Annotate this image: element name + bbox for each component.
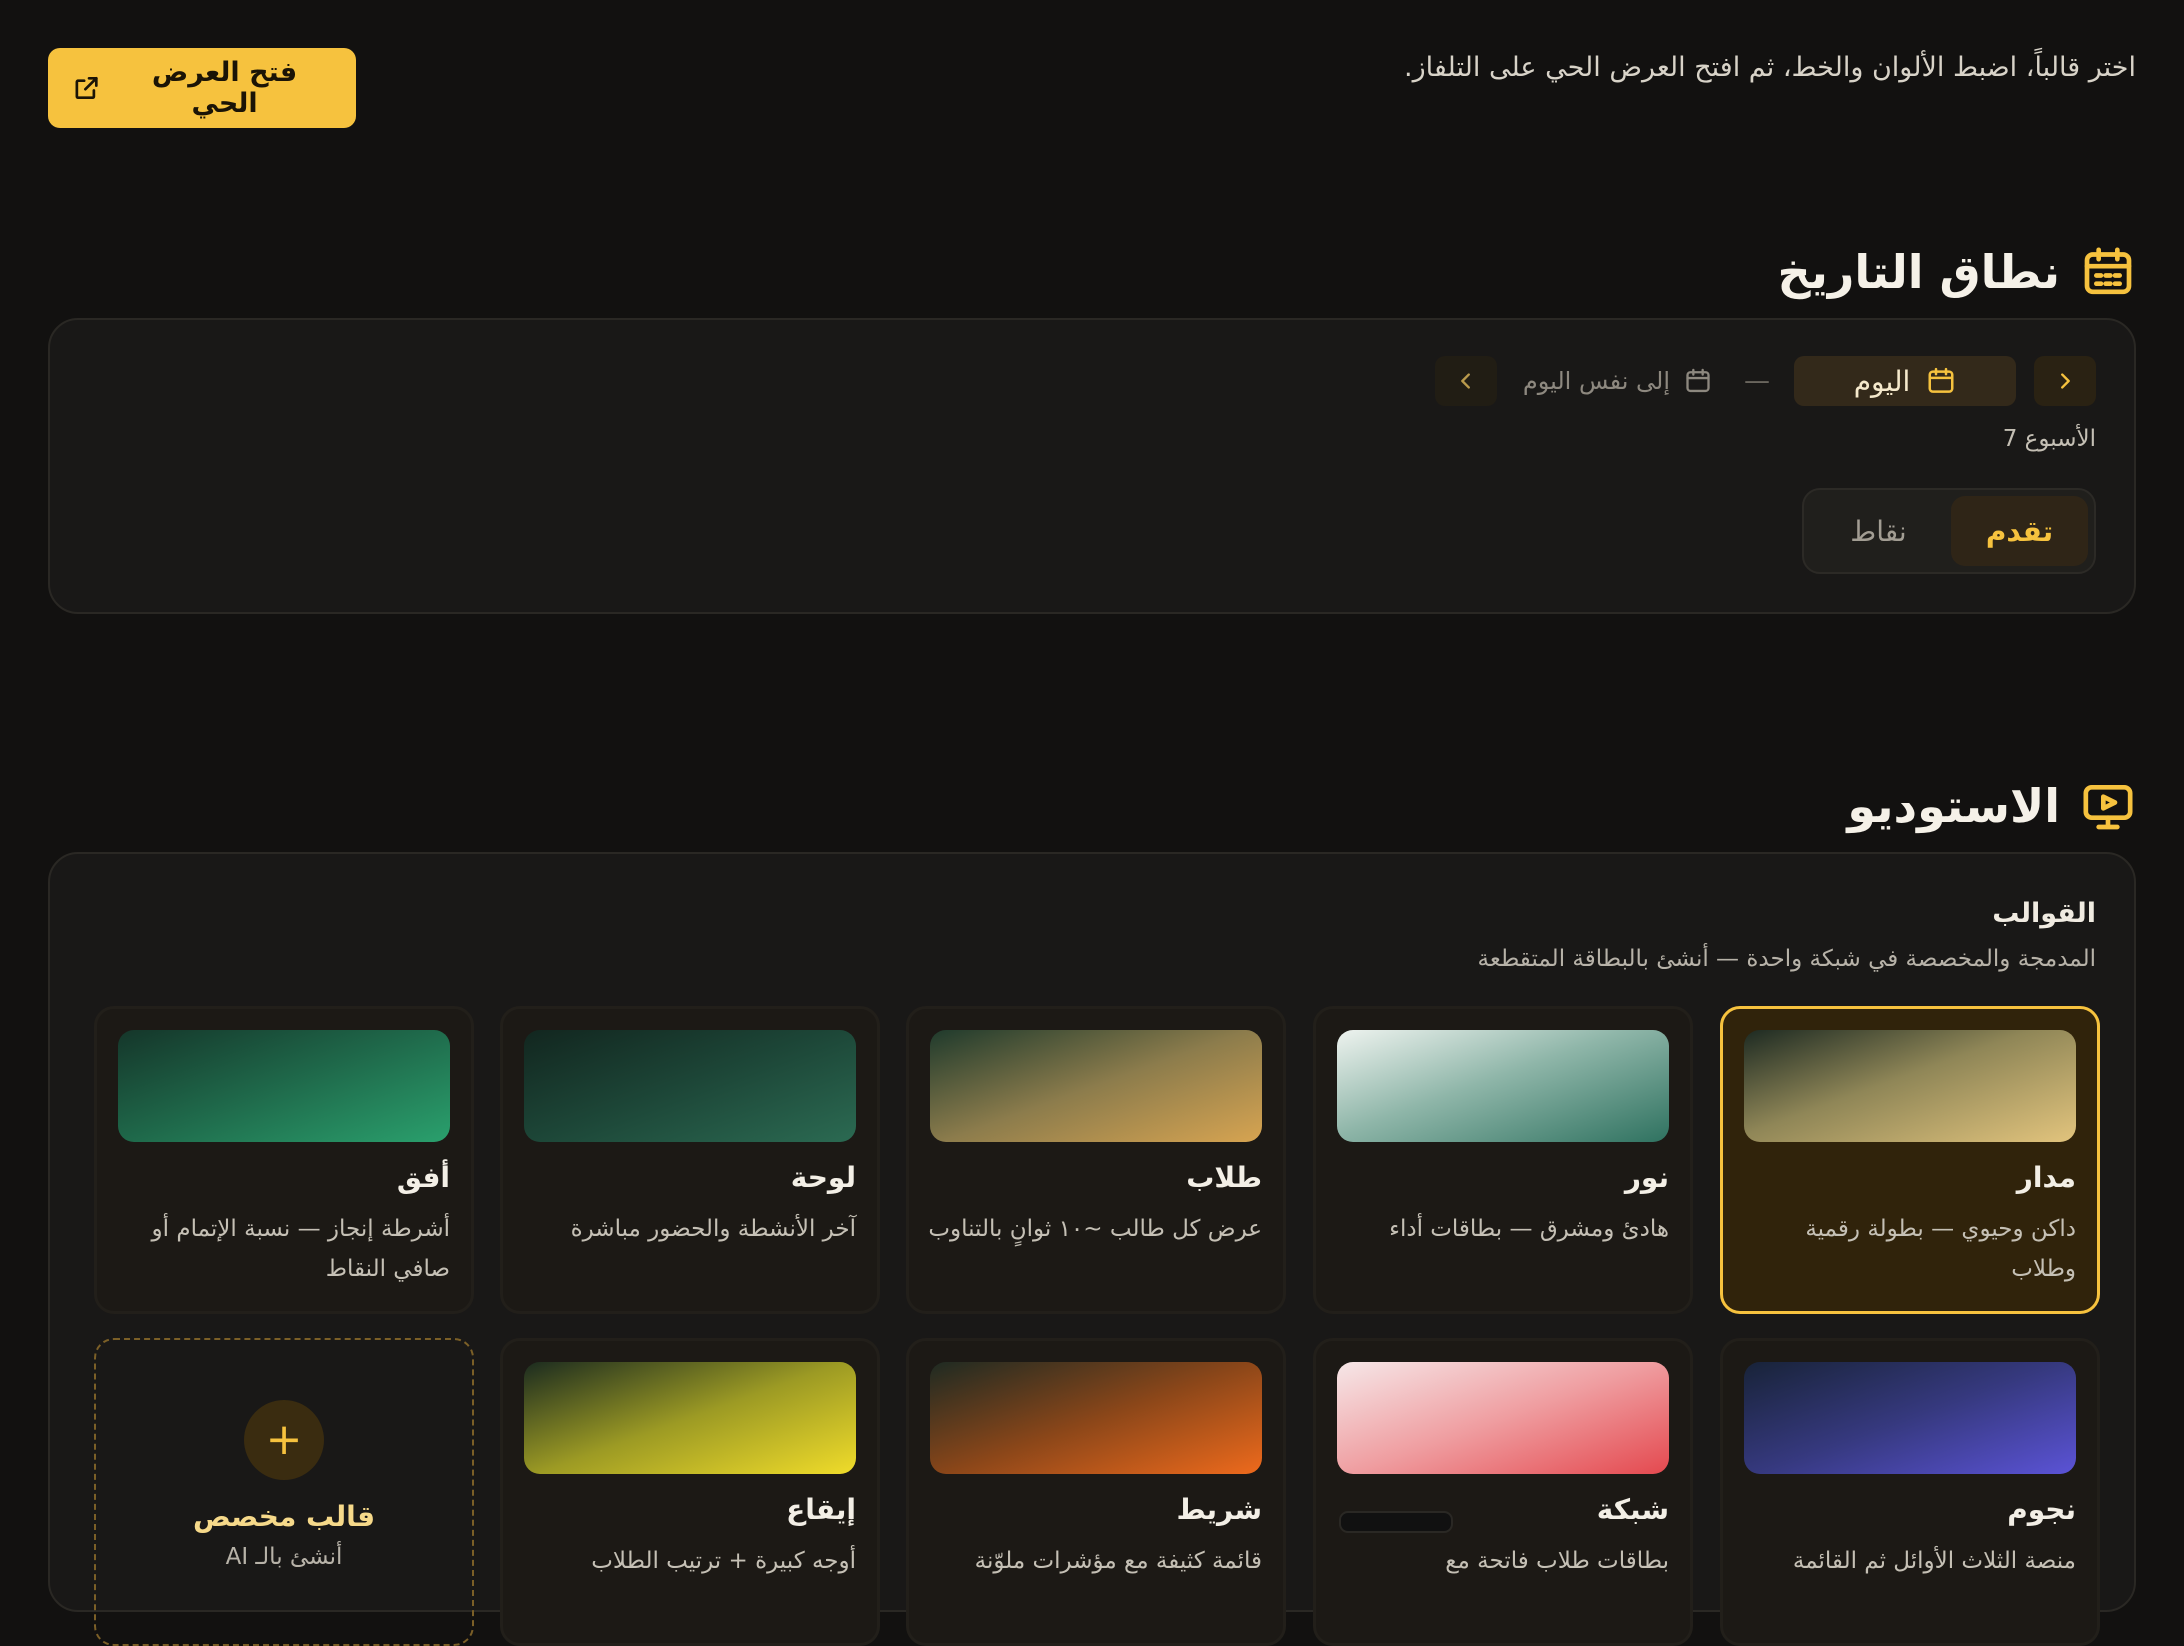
template-card-shabaka[interactable]: شبكة بطاقات طلاب فاتحة مع [1313,1338,1693,1646]
from-date-button[interactable]: اليوم [1794,356,2016,406]
template-desc: بطاقات طلاب فاتحة مع [1445,1548,1669,1574]
custom-template-card[interactable]: + قالب مخصص أنشئ بالـ AI [94,1338,474,1646]
chevron-left-icon [1461,373,1470,389]
template-card-ufuq[interactable]: أفق أشرطة إنجاز — نسبة الإتمام أو صافي ا… [94,1006,474,1314]
date-range-controls: اليوم — إلى نفس اليوم [1434,356,2096,406]
intro-text: اختر قالباً، اضبط الألوان والخط، ثم افتح… [1404,52,2136,83]
template-name: شبكة [1596,1493,1669,1526]
template-name: لوحة [790,1161,856,1194]
template-name: مدار [2016,1161,2076,1194]
template-desc: أوجه كبيرة + ترتيب الطلاب [591,1548,856,1574]
plus-icon: + [244,1400,324,1480]
mode-toggle: تقدم نقاط [1802,488,2096,574]
monitor-play-icon [2083,785,2133,830]
template-card-tullab[interactable]: طلاب عرض كل طالب ~١٠ ثوانٍ بالتناوب [906,1006,1286,1314]
template-name: إيقاع [786,1493,856,1526]
templates-heading: القوالب [1992,898,2096,929]
template-thumbnail [930,1362,1262,1474]
template-name: شريط [1176,1493,1262,1526]
studio-panel: القوالب المدمجة والمخصصة في شبكة واحدة —… [48,852,2136,1646]
external-link-icon [75,76,98,100]
live-button-label: فتح العرض الحي [151,57,298,119]
to-date-button[interactable]: إلى نفس اليوم [1515,367,1720,395]
date-range-heading: نطاق التاريخ [1778,244,2137,300]
date-range-title: نطاق التاريخ [1777,245,2061,299]
template-thumbnail [118,1030,450,1142]
to-date-label: إلى نفس اليوم [1522,367,1670,395]
date-range-panel: اليوم — إلى نفس اليوم الأسبوع 7 تقدم نقا… [48,318,2136,614]
template-thumbnail [1744,1030,2076,1142]
template-desc: هادئ ومشرق — بطاقات أداء [1389,1216,1669,1242]
from-date-label: اليوم [1853,364,1911,398]
template-name: نجوم [2007,1493,2076,1526]
custom-template-name: قالب مخصص [192,1500,376,1533]
template-card-iqaa[interactable]: إيقاع أوجه كبيرة + ترتيب الطلاب [500,1338,880,1646]
template-thumbnail [524,1362,856,1474]
calendar-icon [1686,368,1710,393]
template-thumbnail [1337,1362,1669,1474]
template-thumbnail [1744,1362,2076,1474]
template-card-shareet[interactable]: شريط قائمة كثيفة مع مؤشرات ملوّنة [906,1338,1286,1646]
template-desc: قائمة كثيفة مع مؤشرات ملوّنة [974,1548,1262,1574]
template-desc: أشرطة إنجاز — نسبة الإتمام أو صافي النقا… [151,1216,450,1282]
chevron-right-icon [2061,373,2070,389]
progress-bar-preview [1339,1511,1453,1533]
template-thumbnail [930,1030,1262,1142]
template-desc: منصة الثلاث الأوائل ثم القائمة [1792,1548,2076,1574]
template-name: نور [1624,1161,1669,1194]
custom-template-desc: أنشئ بالـ AI [225,1544,343,1570]
template-desc: عرض كل طالب ~١٠ ثوانٍ بالتناوب [928,1216,1262,1242]
template-desc: داكن وحيوي — بطولة رقمية وطلاب [1805,1216,2076,1282]
next-date-button[interactable] [2034,356,2096,406]
calendar-icon [2084,247,2132,295]
template-thumbnail [1337,1030,1669,1142]
template-card-nujoom[interactable]: نجوم منصة الثلاث الأوائل ثم القائمة [1720,1338,2100,1646]
calendar-icon [1928,367,1954,393]
open-live-view-button[interactable]: فتح العرض الحي [48,48,356,128]
template-card-lawha[interactable]: لوحة آخر الأنشطة والحضور مباشرة [500,1006,880,1314]
week-label: الأسبوع 7 [2002,426,2096,452]
date-separator: — [1744,366,1770,396]
top-bar: اختر قالباً، اضبط الألوان والخط، ثم افتح… [48,48,2136,128]
template-name: أفق [396,1161,450,1194]
studio-heading: الاستوديو [1847,778,2136,834]
template-desc: آخر الأنشطة والحضور مباشرة [570,1216,856,1242]
prev-date-button[interactable] [1434,356,1497,406]
template-thumbnail [524,1030,856,1142]
template-name: طلاب [1186,1161,1262,1194]
mode-points-tab[interactable]: نقاط [1810,496,1947,566]
template-card-noor[interactable]: نور هادئ ومشرق — بطاقات أداء [1313,1006,1693,1314]
studio-title: الاستوديو [1847,779,2060,833]
templates-subtitle: المدمجة والمخصصة في شبكة واحدة — أنشئ با… [1477,946,2096,972]
template-card-madar[interactable]: مدار داكن وحيوي — بطولة رقمية وطلاب [1720,1006,2100,1314]
mode-progress-tab[interactable]: تقدم [1951,496,2088,566]
